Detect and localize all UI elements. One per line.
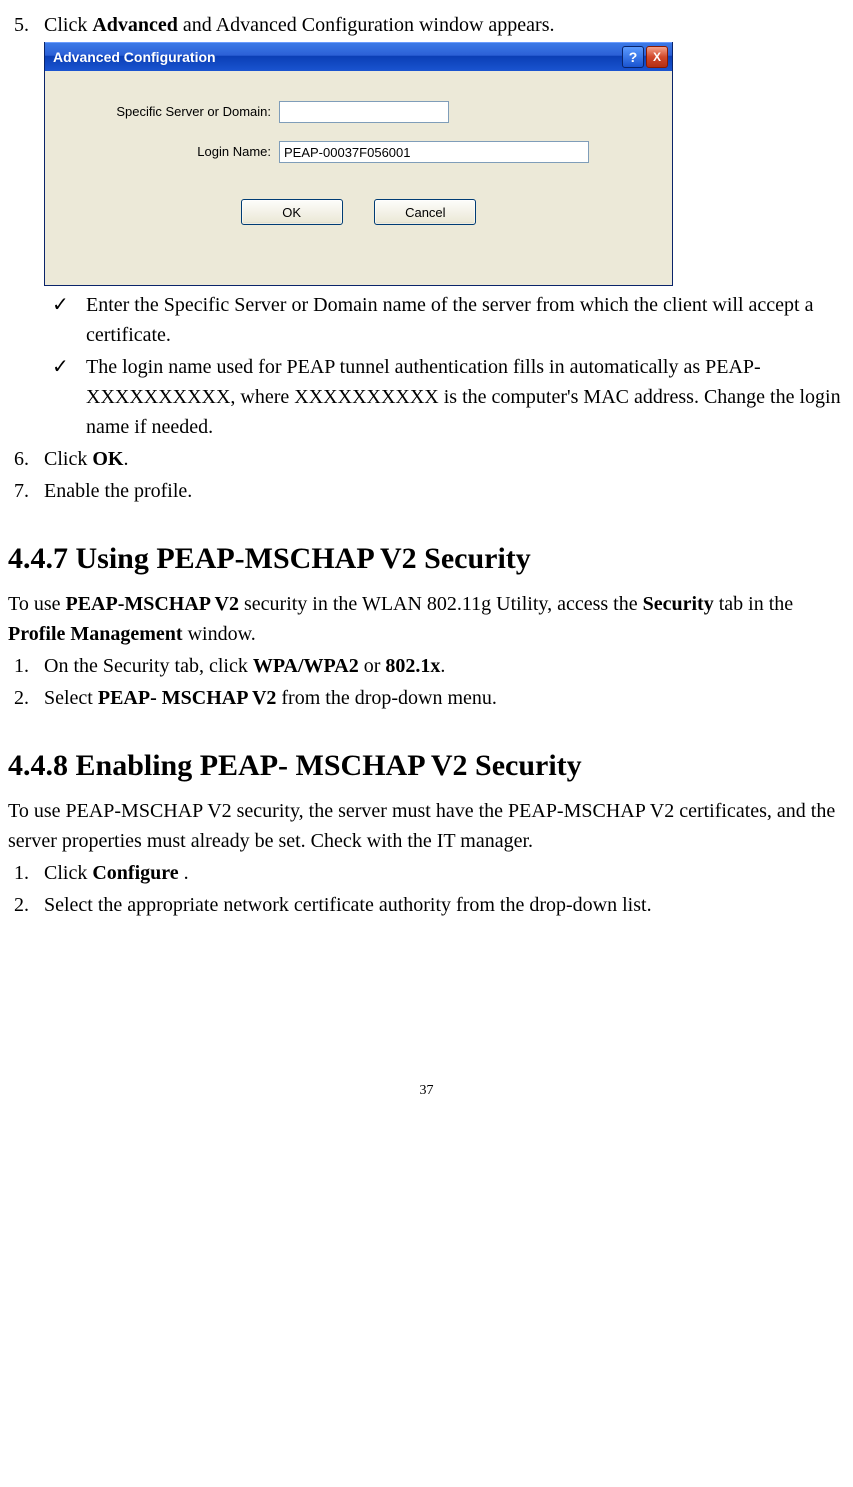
dialog-screenshot: Advanced Configuration ? X Specific Serv…: [44, 42, 845, 286]
page-number: 37: [8, 1080, 845, 1101]
help-button[interactable]: ?: [622, 46, 644, 68]
step-text: Select the appropriate network certifica…: [44, 890, 652, 920]
step-6: 6. Click OK.: [14, 444, 845, 474]
check-icon: ✓: [52, 290, 86, 350]
step-5: 5. Click Advanced and Advanced Configura…: [14, 10, 845, 40]
step-text: Click Advanced and Advanced Configuratio…: [44, 10, 555, 40]
server-domain-input[interactable]: [279, 101, 449, 123]
cancel-button[interactable]: Cancel: [374, 199, 476, 225]
paragraph-448: To use PEAP-MSCHAP V2 security, the serv…: [8, 796, 845, 856]
step-text: On the Security tab, click WPA/WPA2 or 8…: [44, 651, 445, 681]
step-text: Enable the profile.: [44, 476, 192, 506]
step-447-2: 2. Select PEAP- MSCHAP V2 from the drop-…: [14, 683, 845, 713]
advanced-configuration-dialog: Advanced Configuration ? X Specific Serv…: [44, 42, 673, 286]
step-number: 2.: [14, 890, 44, 920]
heading-447: 4.4.7 Using PEAP-MSCHAP V2 Security: [8, 536, 845, 581]
check-item-2: ✓ The login name used for PEAP tunnel au…: [52, 352, 845, 442]
step-number: 5.: [14, 10, 44, 40]
step-number: 6.: [14, 444, 44, 474]
step-number: 2.: [14, 683, 44, 713]
check-text: Enter the Specific Server or Domain name…: [86, 290, 845, 350]
ok-button[interactable]: OK: [241, 199, 343, 225]
check-text: The login name used for PEAP tunnel auth…: [86, 352, 845, 442]
step-number: 1.: [14, 858, 44, 888]
step-text: Select PEAP- MSCHAP V2 from the drop-dow…: [44, 683, 497, 713]
step-7: 7. Enable the profile.: [14, 476, 845, 506]
heading-448: 4.4.8 Enabling PEAP- MSCHAP V2 Security: [8, 743, 845, 788]
check-item-1: ✓ Enter the Specific Server or Domain na…: [52, 290, 845, 350]
step-448-1: 1. Click Configure .: [14, 858, 845, 888]
step-number: 7.: [14, 476, 44, 506]
paragraph-447: To use PEAP-MSCHAP V2 security in the WL…: [8, 589, 845, 649]
server-domain-label: Specific Server or Domain:: [73, 102, 279, 122]
check-icon: ✓: [52, 352, 86, 442]
login-name-label: Login Name:: [73, 142, 279, 162]
step-447-1: 1. On the Security tab, click WPA/WPA2 o…: [14, 651, 845, 681]
login-name-input[interactable]: [279, 141, 589, 163]
step-number: 1.: [14, 651, 44, 681]
close-button[interactable]: X: [646, 46, 668, 68]
window-title: Advanced Configuration: [53, 47, 216, 68]
step-448-2: 2. Select the appropriate network certif…: [14, 890, 845, 920]
titlebar: Advanced Configuration ? X: [45, 42, 672, 71]
step-text: Click Configure .: [44, 858, 189, 888]
step-text: Click OK.: [44, 444, 128, 474]
